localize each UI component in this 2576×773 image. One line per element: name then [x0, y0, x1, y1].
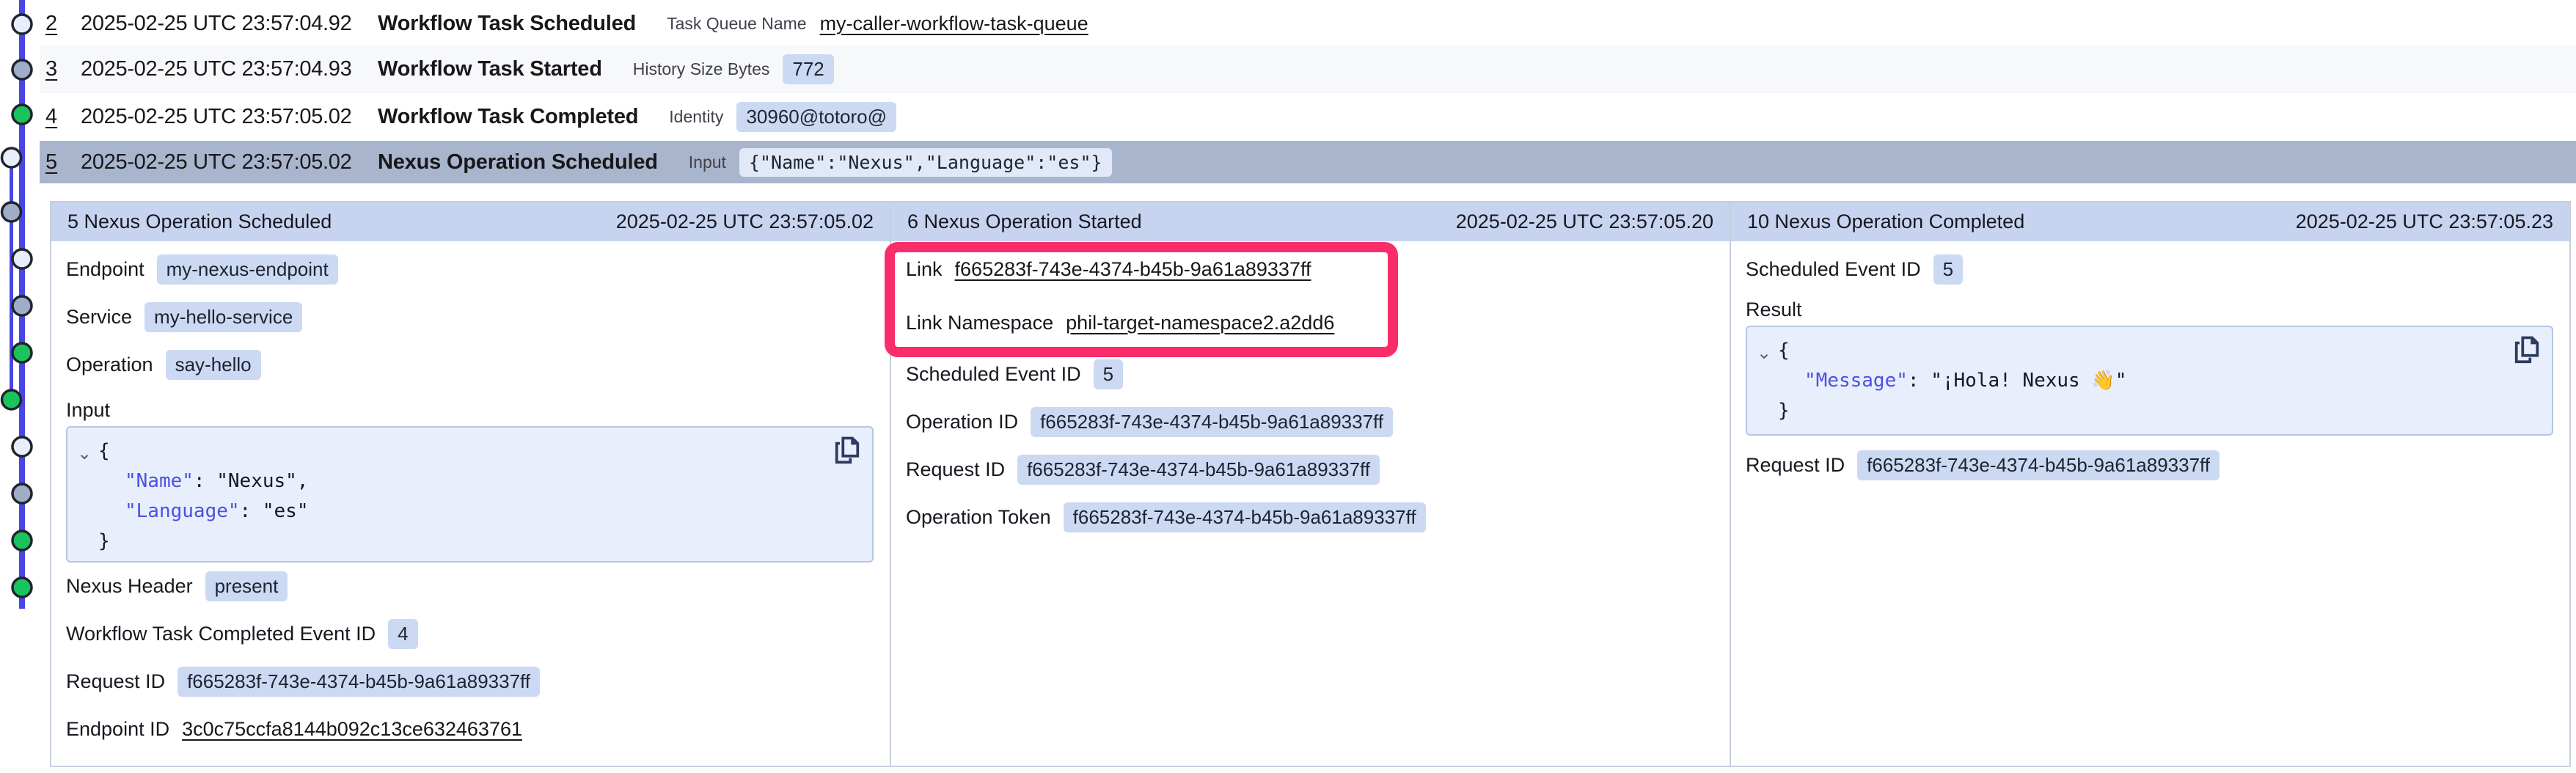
panel-timestamp: 2025-02-25 UTC 23:57:05.02: [616, 210, 874, 233]
event-status-dot-completed: [12, 531, 32, 550]
link-value-link[interactable]: f665283f-743e-4374-b45b-9a61a89337ff: [955, 258, 1311, 281]
event-status-dot-completed: [12, 105, 32, 124]
link-namespace-label: Link Namespace: [906, 312, 1053, 334]
scheduled-event-id-label: Scheduled Event ID: [1746, 258, 1921, 281]
event-status-dot-started: [12, 484, 32, 503]
event-id-link[interactable]: 5: [45, 150, 81, 175]
wtc-event-id-badge: 4: [388, 619, 417, 649]
event-group-detail: 5 Nexus Operation Scheduled 2025-02-25 U…: [50, 201, 2571, 767]
endpoint-label: Endpoint: [66, 258, 144, 281]
panel-title: 5 Nexus Operation Scheduled: [67, 210, 332, 233]
request-id-badge: f665283f-743e-4374-b45b-9a61a89337ff: [178, 667, 540, 697]
collapse-caret-icon[interactable]: ⌄: [1757, 338, 1771, 368]
event-status-dot-scheduled: [2, 148, 21, 167]
panel-nexus-operation-scheduled: 5 Nexus Operation Scheduled 2025-02-25 U…: [51, 202, 890, 766]
task-queue-link[interactable]: my-caller-workflow-task-queue: [820, 12, 1088, 35]
operation-value-badge: say-hello: [166, 350, 261, 380]
event-name: Nexus Operation Scheduled: [378, 150, 658, 175]
json-close-brace: }: [1757, 396, 2508, 426]
event-name: Workflow Task Scheduled: [378, 12, 636, 36]
event-row-5-selected[interactable]: 5 2025-02-25 UTC 23:57:05.02 Nexus Opera…: [40, 141, 2576, 183]
json-open-brace: {: [1757, 336, 2508, 366]
event-attr-value-badge: {"Name":"Nexus","Language":"es"}: [739, 148, 1112, 177]
event-name: Workflow Task Completed: [378, 105, 638, 129]
panel-title: 6 Nexus Operation Started: [907, 210, 1142, 233]
panel-header: 10 Nexus Operation Completed 2025-02-25 …: [1731, 202, 2569, 241]
panel-nexus-operation-started: 6 Nexus Operation Started 2025-02-25 UTC…: [890, 202, 1730, 766]
request-id-label: Request ID: [66, 670, 165, 693]
event-attr-label: History Size Bytes: [633, 59, 770, 79]
event-row-2[interactable]: 2 2025-02-25 UTC 23:57:04.92 Workflow Ta…: [40, 1, 2576, 45]
copy-icon[interactable]: [833, 435, 862, 469]
request-id-label: Request ID: [1746, 454, 1845, 477]
event-attr-label: Input: [689, 153, 726, 172]
request-id-label: Request ID: [906, 458, 1005, 481]
event-attr-label: Task Queue Name: [667, 14, 806, 34]
collapse-caret-icon[interactable]: ⌄: [77, 439, 92, 469]
panel-timestamp: 2025-02-25 UTC 23:57:05.20: [1456, 210, 1713, 233]
link-namespace-link[interactable]: phil-target-namespace2.a2dd6: [1066, 312, 1334, 334]
panel-header: 5 Nexus Operation Scheduled 2025-02-25 U…: [51, 202, 890, 241]
scheduled-event-id-badge: 5: [1094, 359, 1123, 389]
event-status-dot-scheduled: [12, 437, 32, 456]
event-id-link[interactable]: 4: [45, 105, 81, 129]
nexus-header-label: Nexus Header: [66, 575, 193, 598]
operation-token-label: Operation Token: [906, 506, 1051, 529]
nexus-header-value-badge: present: [205, 571, 288, 601]
event-status-dot-scheduled: [12, 249, 32, 268]
endpoint-value-badge: my-nexus-endpoint: [157, 254, 338, 285]
json-close-brace: }: [78, 527, 828, 557]
event-history-timeline: [0, 0, 44, 773]
scheduled-event-id-label: Scheduled Event ID: [906, 363, 1081, 386]
event-id-link[interactable]: 3: [45, 57, 81, 81]
event-attr-label: Identity: [669, 107, 723, 127]
event-timestamp: 2025-02-25 UTC 23:57:04.93: [81, 57, 378, 81]
event-status-dot-completed: [12, 578, 32, 597]
event-timestamp: 2025-02-25 UTC 23:57:05.02: [81, 150, 378, 175]
input-json-viewer: ⌄ { "Name": "Nexus", "Language": "es" }: [66, 426, 874, 563]
service-value-badge: my-hello-service: [144, 302, 302, 332]
input-label: Input: [66, 399, 110, 422]
operation-token-badge: f665283f-743e-4374-b45b-9a61a89337ff: [1064, 502, 1426, 532]
event-row-3[interactable]: 3 2025-02-25 UTC 23:57:04.93 Workflow Ta…: [40, 45, 2576, 93]
event-status-dot-scheduled: [12, 15, 32, 34]
result-label: Result: [1746, 298, 1802, 321]
panel-nexus-operation-completed: 10 Nexus Operation Completed 2025-02-25 …: [1730, 202, 2569, 766]
event-status-dot-started: [12, 60, 32, 79]
event-status-dot-completed: [2, 390, 21, 409]
panel-timestamp: 2025-02-25 UTC 23:57:05.23: [2296, 210, 2553, 233]
endpoint-id-link[interactable]: 3c0c75ccfa8144b092c13ce632463761: [182, 718, 522, 741]
event-attr-value-badge: 30960@totoro@: [736, 102, 896, 132]
json-line: "Name": "Nexus",: [78, 466, 828, 497]
endpoint-id-label: Endpoint ID: [66, 718, 169, 741]
operation-label: Operation: [66, 353, 153, 376]
event-status-dot-completed: [12, 343, 32, 362]
event-status-dots: [2, 15, 32, 597]
json-open-brace: {: [78, 436, 828, 466]
json-line: "Language": "es": [78, 497, 828, 527]
event-timestamp: 2025-02-25 UTC 23:57:04.92: [81, 12, 378, 36]
event-id-link[interactable]: 2: [45, 12, 81, 36]
event-name: Workflow Task Started: [378, 57, 602, 81]
event-status-dot-started: [2, 202, 21, 221]
service-label: Service: [66, 306, 132, 329]
event-attr-value-badge: 772: [783, 54, 833, 84]
event-row-4[interactable]: 4 2025-02-25 UTC 23:57:05.02 Workflow Ta…: [40, 93, 2576, 141]
link-label: Link: [906, 258, 943, 281]
panel-title: 10 Nexus Operation Completed: [1747, 210, 2024, 233]
wtc-event-id-label: Workflow Task Completed Event ID: [66, 623, 376, 645]
event-status-dot-started: [12, 296, 32, 315]
panel-header: 6 Nexus Operation Started 2025-02-25 UTC…: [891, 202, 1730, 241]
request-id-badge: f665283f-743e-4374-b45b-9a61a89337ff: [1017, 455, 1380, 485]
copy-icon[interactable]: [2512, 334, 2542, 368]
operation-id-badge: f665283f-743e-4374-b45b-9a61a89337ff: [1031, 407, 1393, 437]
request-id-badge: f665283f-743e-4374-b45b-9a61a89337ff: [1857, 450, 2220, 480]
operation-id-label: Operation ID: [906, 411, 1018, 433]
scheduled-event-id-badge: 5: [1933, 254, 1963, 285]
json-line: "Message": "¡Hola! Nexus 👋": [1757, 366, 2508, 396]
event-timestamp: 2025-02-25 UTC 23:57:05.02: [81, 105, 378, 129]
result-json-viewer: ⌄ { "Message": "¡Hola! Nexus 👋" }: [1746, 326, 2553, 436]
